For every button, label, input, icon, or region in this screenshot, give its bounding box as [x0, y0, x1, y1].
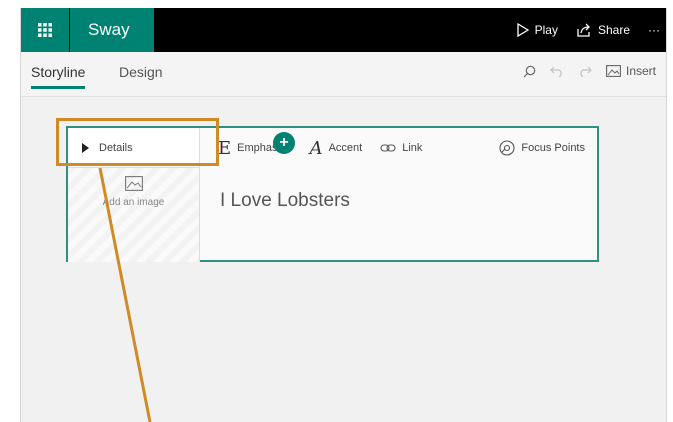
annotation-arrow — [98, 167, 152, 422]
